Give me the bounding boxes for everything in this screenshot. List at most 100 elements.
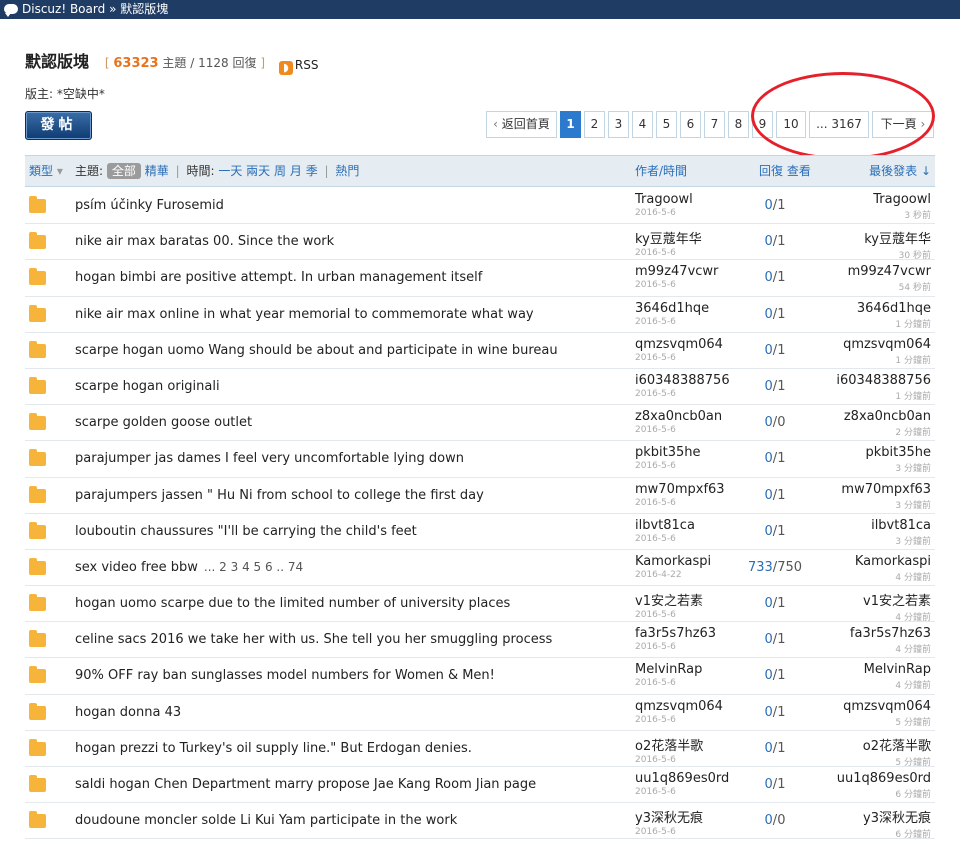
last-post-time[interactable]: 3 分鐘前 <box>841 498 931 511</box>
time-month[interactable]: 月 <box>290 164 302 178</box>
new-post-button[interactable]: 發帖 <box>25 111 92 140</box>
last-post-time[interactable]: 1 分鐘前 <box>843 353 931 366</box>
thread-title-text[interactable]: scarpe hogan uomo Wang should be about a… <box>75 343 558 358</box>
reply-count[interactable]: 0 <box>765 270 773 285</box>
thread-page-links[interactable]: ... 2 3 4 5 6 .. 74 <box>204 560 303 574</box>
last-post-time[interactable]: 3 分鐘前 <box>871 534 931 547</box>
thread-title-text[interactable]: hogan donna 43 <box>75 705 181 720</box>
rss-link[interactable]: ◗ RSS <box>278 58 318 75</box>
author-name[interactable]: i60348388756 <box>635 373 730 388</box>
folder-icon[interactable] <box>29 376 46 394</box>
time-season[interactable]: 季 <box>306 164 318 178</box>
reply-count[interactable]: 0 <box>765 379 773 394</box>
pager-page-8[interactable]: 8 <box>728 111 749 138</box>
folder-icon[interactable] <box>29 557 46 575</box>
last-poster[interactable]: mw70mpxf63 <box>841 482 931 497</box>
last-post-time[interactable]: 2 分鐘前 <box>844 425 931 438</box>
last-post-time[interactable]: 4 分鐘前 <box>863 610 931 623</box>
filter-all[interactable]: 全部 <box>106 163 141 179</box>
author-name[interactable]: Kamorkaspi <box>635 554 711 569</box>
reply-count[interactable]: 0 <box>765 343 773 358</box>
time-day[interactable]: 一天 <box>218 164 242 178</box>
folder-icon[interactable] <box>29 775 46 792</box>
pager-page-3[interactable]: 3 <box>608 111 629 138</box>
last-poster[interactable]: qmzsvqm064 <box>843 699 931 714</box>
author-name[interactable]: qmzsvqm064 <box>635 337 723 352</box>
last-post-time[interactable]: 5 分鐘前 <box>863 755 931 768</box>
author-name[interactable]: MelvinRap <box>635 662 702 677</box>
pager-page-7[interactable]: 7 <box>704 111 725 138</box>
folder-icon[interactable] <box>29 196 46 213</box>
pager-back-button[interactable]: ‹ 返回首頁 <box>486 111 557 138</box>
folder-icon[interactable] <box>29 485 46 503</box>
last-post-time[interactable]: 54 秒前 <box>848 280 931 293</box>
thread-title[interactable]: saldi hogan Chen Department marry propos… <box>75 777 536 792</box>
author-name[interactable]: z8xa0ncb0an <box>635 409 722 424</box>
thread-title[interactable]: parajumper jas dames I feel very uncomfo… <box>75 451 464 466</box>
folder-icon[interactable] <box>29 594 46 612</box>
thread-title[interactable]: hogan bimbi are positive attempt. In urb… <box>75 270 482 285</box>
folder-icon[interactable] <box>29 666 46 684</box>
thread-title[interactable]: scarpe hogan originali <box>75 379 220 394</box>
author-name[interactable]: y3深秋无痕 <box>635 807 703 826</box>
thread-title[interactable]: hogan prezzi to Turkey's oil supply line… <box>75 741 472 756</box>
last-post-time[interactable]: 4 分鐘前 <box>864 678 931 691</box>
reply-count[interactable]: 0 <box>765 234 773 249</box>
reply-count[interactable]: 0 <box>765 198 773 213</box>
reply-count[interactable]: 0 <box>765 488 773 503</box>
author-name[interactable]: 3646d1hqe <box>635 301 709 316</box>
forum-link[interactable]: 默認版塊 <box>120 2 168 16</box>
pager-page-6[interactable]: 6 <box>680 111 701 138</box>
last-poster[interactable]: o2花落半歌 <box>863 735 931 754</box>
thread-title-text[interactable]: hogan bimbi are positive attempt. In urb… <box>75 270 482 285</box>
thread-title-text[interactable]: hogan prezzi to Turkey's oil supply line… <box>75 741 472 756</box>
thread-title[interactable]: scarpe golden goose outlet <box>75 415 252 430</box>
thread-title-text[interactable]: nike air max baratas 00. Since the work <box>75 234 334 249</box>
reply-count[interactable]: 0 <box>765 307 773 322</box>
thread-title-text[interactable]: doudoune moncler solde Li Kui Yam partic… <box>75 813 457 828</box>
last-poster[interactable]: Kamorkaspi <box>855 554 931 569</box>
thread-title-text[interactable]: hogan uomo scarpe due to the limited num… <box>75 596 510 611</box>
thread-title-text[interactable]: parajumpers jassen " Hu Ni from school t… <box>75 488 484 503</box>
pager-page-1[interactable]: 1 <box>560 111 581 138</box>
last-poster[interactable]: 3646d1hqe <box>857 301 931 316</box>
reply-count[interactable]: 0 <box>765 705 773 720</box>
folder-icon[interactable] <box>29 268 46 286</box>
last-post-time[interactable]: 30 秒前 <box>864 248 931 261</box>
last-poster[interactable]: Tragoowl <box>873 192 931 207</box>
author-name[interactable]: qmzsvqm064 <box>635 699 723 714</box>
pager-page-4[interactable]: 4 <box>632 111 653 138</box>
reply-count[interactable]: 0 <box>765 596 773 611</box>
last-poster[interactable]: z8xa0ncb0an <box>844 409 931 424</box>
type-filter[interactable]: 類型 ▾ <box>29 156 63 186</box>
last-post-time[interactable]: 4 分鐘前 <box>850 642 931 655</box>
last-post-time[interactable]: 4 分鐘前 <box>855 570 931 583</box>
thread-title-text[interactable]: parajumper jas dames I feel very uncomfo… <box>75 451 464 466</box>
last-post-time[interactable]: 1 分鐘前 <box>857 317 931 330</box>
thread-title-text[interactable]: 90% OFF ray ban sunglasses model numbers… <box>75 668 495 683</box>
filter-hot[interactable]: 熱門 <box>335 164 359 178</box>
pager-page-2[interactable]: 2 <box>584 111 605 138</box>
thread-title[interactable]: nike air max baratas 00. Since the work <box>75 234 334 249</box>
reply-count[interactable]: 733 <box>748 560 773 575</box>
folder-icon[interactable] <box>29 449 46 467</box>
folder-icon[interactable] <box>29 702 46 720</box>
author-name[interactable]: uu1q869es0rd <box>635 771 729 786</box>
replies-column-header[interactable]: 回復 查看 <box>759 156 811 186</box>
thread-title[interactable]: psím účinky Furosemid <box>75 198 224 213</box>
author-name[interactable]: pkbit35he <box>635 445 701 460</box>
folder-icon[interactable] <box>29 811 46 829</box>
time-two-days[interactable]: 兩天 <box>246 164 270 178</box>
author-name[interactable]: ky豆蔻年华 <box>635 228 702 247</box>
author-name[interactable]: mw70mpxf63 <box>635 482 725 497</box>
last-poster[interactable]: MelvinRap <box>864 662 931 677</box>
thread-title[interactable]: doudoune moncler solde Li Kui Yam partic… <box>75 813 457 828</box>
folder-icon[interactable] <box>29 413 46 431</box>
folder-icon[interactable] <box>29 738 46 756</box>
last-poster[interactable]: v1安之若素 <box>863 590 931 609</box>
folder-icon[interactable] <box>29 521 46 539</box>
last-poster[interactable]: uu1q869es0rd <box>837 771 931 786</box>
author-name[interactable]: Tragoowl <box>635 192 693 207</box>
reply-count[interactable]: 0 <box>765 741 773 756</box>
filter-digest[interactable]: 精華 <box>145 164 169 178</box>
